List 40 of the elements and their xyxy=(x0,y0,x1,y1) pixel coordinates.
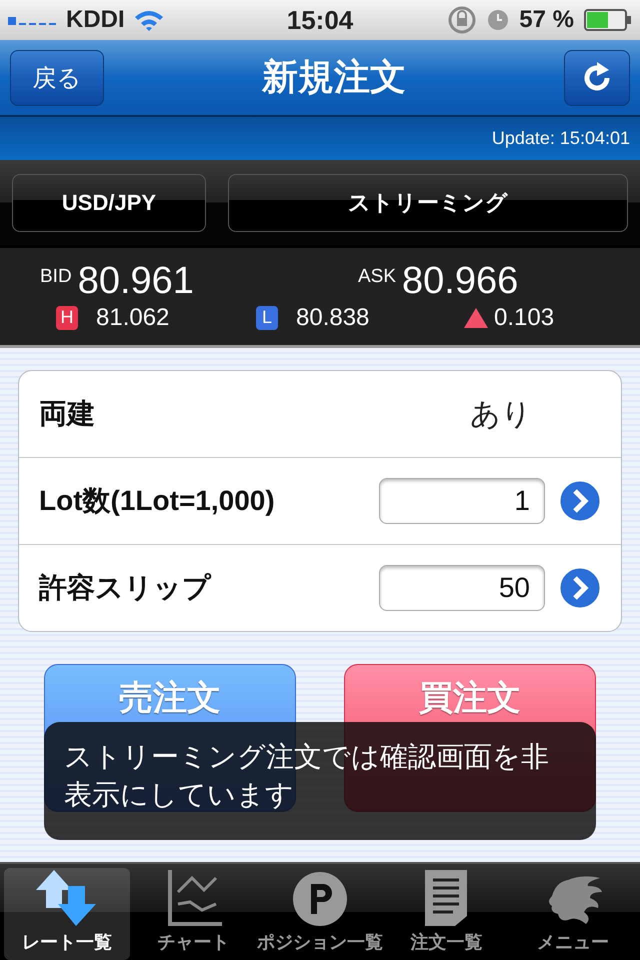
input-field[interactable]: 50 xyxy=(379,565,545,611)
setting-label: 許容スリップ xyxy=(39,571,212,605)
low-price: 80.838 xyxy=(296,304,370,332)
tab-bar-item[interactable]: メニュー xyxy=(510,868,636,960)
bid-price: 80.961 xyxy=(78,262,194,300)
currency-pair-button[interactable]: USD/JPY xyxy=(12,174,206,232)
price-change: 0.103 xyxy=(494,304,554,332)
p-coin-icon xyxy=(291,870,350,928)
high-price: 81.062 xyxy=(96,304,170,332)
setting-label: 両建 xyxy=(39,397,96,431)
battery-percent: 57 % xyxy=(519,6,574,34)
setting-label: Lot数(1Lot=1,000) xyxy=(39,484,276,518)
low-badge: L xyxy=(256,306,278,330)
back-button[interactable]: 戻る xyxy=(10,50,104,106)
setting-value: あり xyxy=(469,396,533,432)
document-icon xyxy=(423,868,470,928)
alarm-clock-icon xyxy=(487,9,510,31)
carrier-name: KDDI xyxy=(66,6,125,34)
screen-title: 新規注文 xyxy=(260,55,407,99)
chevron-right-icon[interactable] xyxy=(559,567,601,609)
up-triangle-icon xyxy=(464,308,488,328)
battery-icon xyxy=(584,9,632,31)
high-badge: H xyxy=(56,306,78,330)
chevron-right-icon[interactable] xyxy=(559,480,601,522)
clock-time: 15:04 xyxy=(286,4,354,36)
tab-bar-item[interactable]: レート一覧 xyxy=(4,868,130,960)
tab-bar-item[interactable]: 注文一覧 xyxy=(383,868,510,960)
input-field[interactable]: 1 xyxy=(379,478,545,524)
wifi-icon xyxy=(132,8,165,32)
signal-icon xyxy=(8,15,58,25)
tab-bar-item[interactable]: チャート xyxy=(130,868,257,960)
bid-label: BID xyxy=(40,266,72,288)
ask-price: 80.966 xyxy=(402,262,518,300)
update-time: Update: 15:04:01 xyxy=(492,128,630,149)
ask-label: ASK xyxy=(358,266,396,288)
tab-bar-item[interactable]: ポジション一覧 xyxy=(256,868,384,960)
refresh-button[interactable] xyxy=(564,50,630,106)
order-type-button[interactable]: ストリーミング xyxy=(228,174,628,232)
rotation-lock-icon xyxy=(447,5,478,35)
notice-toast: ストリーミング注文では確認画面を非表示にしています xyxy=(44,722,596,840)
